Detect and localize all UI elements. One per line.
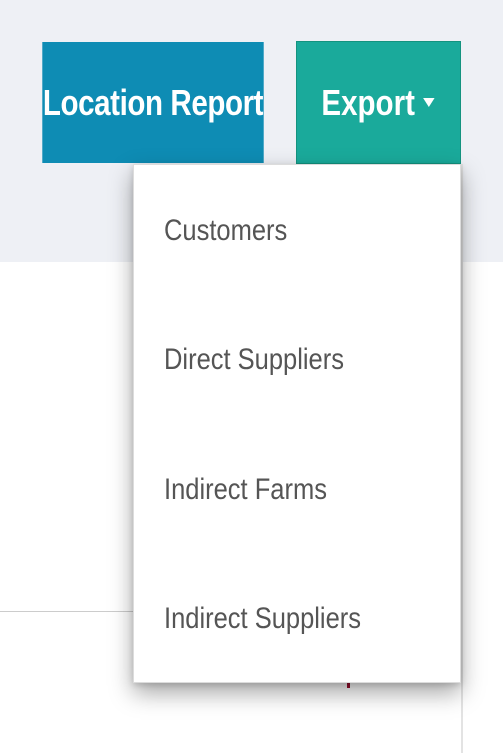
caret-down-icon	[423, 98, 436, 107]
export-dropdown-button[interactable]: Export	[296, 41, 461, 164]
export-dropdown-menu: Customers Direct Suppliers Indirect Farm…	[133, 164, 461, 683]
divider-line	[0, 611, 133, 612]
menu-item-direct-suppliers[interactable]: Direct Suppliers	[134, 296, 460, 424]
menu-item-label: Indirect Farms	[164, 473, 327, 506]
menu-item-label: Indirect Suppliers	[164, 602, 362, 635]
menu-item-indirect-suppliers[interactable]: Indirect Suppliers	[134, 555, 460, 683]
menu-item-label: Direct Suppliers	[164, 343, 344, 376]
panel-border	[461, 164, 463, 753]
location-report-label: Location Report	[42, 81, 264, 123]
export-button-content: Export	[321, 81, 436, 124]
menu-item-label: Customers	[164, 214, 288, 247]
export-label: Export	[321, 81, 416, 123]
menu-item-customers[interactable]: Customers	[134, 167, 460, 295]
menu-item-indirect-farms[interactable]: Indirect Farms	[134, 426, 460, 554]
partial-marker	[347, 683, 350, 688]
location-report-button[interactable]: Location Report	[42, 42, 264, 163]
page: Location Report Export Customers Direct …	[0, 0, 503, 753]
